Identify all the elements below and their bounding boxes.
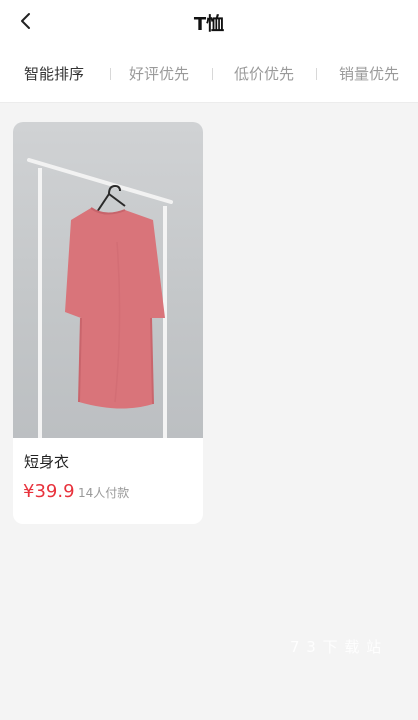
sort-divider: [316, 68, 317, 80]
tab-rating-first[interactable]: 好评优先: [129, 63, 189, 84]
tab-lowest-price[interactable]: 低价优先: [234, 63, 294, 84]
product-card[interactable]: 短身衣 ¥39.9 14人付款: [13, 122, 203, 524]
product-image[interactable]: [13, 122, 203, 438]
tab-smart-sort[interactable]: 智能排序: [24, 63, 84, 84]
product-price: ¥39.9: [23, 481, 75, 502]
sort-divider: [110, 68, 111, 80]
product-name: 短身衣: [24, 453, 70, 471]
tab-sales-first[interactable]: 销量优先: [339, 63, 399, 84]
sort-bar: 智能排序 好评优先 低价优先 销量优先: [0, 44, 418, 103]
page-title: T恤: [193, 14, 225, 35]
buyer-count: 14人付款: [78, 486, 130, 500]
watermark: 7 3 下 载 站: [290, 638, 383, 656]
sort-divider: [212, 68, 213, 80]
top-bar: T恤: [0, 0, 418, 44]
